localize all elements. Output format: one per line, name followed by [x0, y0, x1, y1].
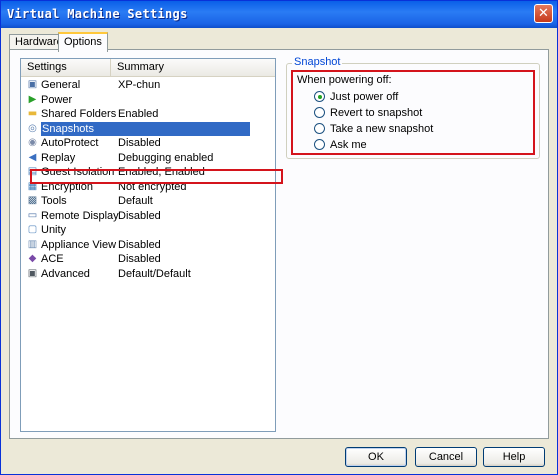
list-item-label: ACE — [41, 253, 64, 265]
radio-label: Ask me — [330, 139, 367, 151]
folder-icon: ▬ — [27, 108, 38, 119]
list-item-power[interactable]: ▶ Power — [21, 93, 275, 108]
settings-window: Virtual Machine Settings ✕ Hardware Opti… — [0, 0, 558, 475]
list-item-label: Encryption — [41, 180, 93, 193]
advanced-icon: ▣ — [27, 267, 38, 279]
list-item-summary: Default/Default — [118, 267, 191, 280]
radio-checked-icon — [314, 91, 325, 102]
radio-unchecked-icon — [314, 107, 325, 118]
list-item-general[interactable]: ▣ General XP-chun — [21, 78, 275, 93]
list-item-label: Remote Display — [41, 209, 119, 222]
close-icon: ✕ — [538, 6, 549, 21]
list-rows: ▣ General XP-chun ▶ Power ▬ Shared Folde… — [21, 78, 275, 281]
power-icon: ▶ — [28, 93, 37, 105]
column-header-summary[interactable]: Summary — [111, 59, 201, 76]
list-item-remote-display[interactable]: ▭ Remote Display Disabled — [21, 209, 275, 224]
tools-icon: ▩ — [27, 195, 38, 206]
list-item-replay[interactable]: ◀ Replay Debugging enabled — [21, 151, 275, 166]
title-bar[interactable]: Virtual Machine Settings ✕ — [1, 1, 557, 28]
power-off-prompt: When powering off: — [297, 74, 392, 86]
list-item-label: Shared Folders — [41, 108, 117, 120]
list-item-label: Snapshots — [41, 121, 250, 136]
list-item-shared-folders[interactable]: ▬ Shared Folders Enabled — [21, 107, 275, 122]
list-item-summary: Enabled, Enabled — [118, 166, 205, 178]
ace-icon: ◆ — [28, 253, 37, 264]
snapshot-group-label: Snapshot — [292, 56, 343, 68]
replay-icon: ◀ — [28, 151, 37, 163]
radio-unchecked-icon — [314, 139, 325, 150]
appliance-icon: ▥ — [27, 238, 38, 250]
list-item-tools[interactable]: ▩ Tools Default — [21, 194, 275, 209]
isolation-icon: ▤ — [27, 166, 38, 177]
close-button[interactable]: ✕ — [534, 4, 553, 23]
radio-label: Revert to snapshot — [330, 107, 423, 119]
list-item-summary: Disabled — [118, 209, 161, 222]
list-item-guest-isolation[interactable]: ▤ Guest Isolation Enabled, Enabled — [21, 165, 275, 180]
list-item-summary: Disabled — [118, 238, 161, 251]
help-button[interactable]: Help — [483, 447, 545, 467]
list-item-label: Appliance View — [41, 238, 117, 251]
cancel-button[interactable]: Cancel — [415, 447, 477, 467]
encryption-icon: ▦ — [27, 180, 38, 192]
radio-label: Just power off — [330, 91, 399, 103]
settings-list[interactable]: Settings Summary ▣ General XP-chun ▶ Pow… — [20, 58, 276, 432]
list-item-snapshots[interactable]: ◎ Snapshots — [21, 121, 275, 136]
ok-button[interactable]: OK — [345, 447, 407, 467]
list-item-autoprotect[interactable]: ◉ AutoProtect Disabled — [21, 136, 275, 151]
snapshot-icon: ◎ — [28, 122, 37, 134]
list-item-label: Replay — [41, 151, 76, 164]
list-item-unity[interactable]: ▢ Unity — [21, 223, 275, 238]
list-item-label: Tools — [41, 195, 67, 207]
window-title: Virtual Machine Settings — [7, 7, 188, 21]
list-item-label: General — [41, 79, 81, 91]
list-header: Settings Summary — [21, 59, 275, 77]
list-item-summary: Default — [118, 195, 153, 207]
list-item-summary: Not encrypted — [118, 180, 187, 193]
list-item-label: Unity — [41, 224, 67, 236]
list-item-summary: Disabled — [118, 137, 161, 149]
list-item-label: Guest Isolation — [41, 166, 115, 178]
list-item-ace[interactable]: ◆ ACE Disabled — [21, 252, 275, 267]
column-header-settings[interactable]: Settings — [21, 59, 111, 76]
list-item-label: AutoProtect — [41, 137, 99, 149]
remote-display-icon: ▭ — [27, 209, 38, 221]
list-item-summary: XP-chun — [118, 79, 161, 91]
radio-label: Take a new snapshot — [330, 123, 434, 135]
general-icon: ▣ — [27, 79, 38, 90]
list-item-advanced[interactable]: ▣ Advanced Default/Default — [21, 267, 275, 282]
list-item-summary: Debugging enabled — [118, 151, 214, 164]
list-item-summary: Disabled — [118, 253, 161, 265]
list-item-encryption[interactable]: ▦ Encryption Not encrypted — [21, 180, 275, 195]
radio-unchecked-icon — [314, 123, 325, 134]
list-item-appliance-view[interactable]: ▥ Appliance View Disabled — [21, 238, 275, 253]
options-panel: Settings Summary ▣ General XP-chun ▶ Pow… — [9, 49, 549, 439]
autoprotect-icon: ◉ — [28, 137, 37, 148]
list-item-label: Advanced — [41, 267, 90, 280]
unity-icon: ▢ — [27, 224, 38, 235]
tab-options[interactable]: Options — [58, 32, 108, 52]
list-item-summary: Enabled — [118, 108, 159, 120]
list-item-label: Power — [41, 93, 73, 106]
